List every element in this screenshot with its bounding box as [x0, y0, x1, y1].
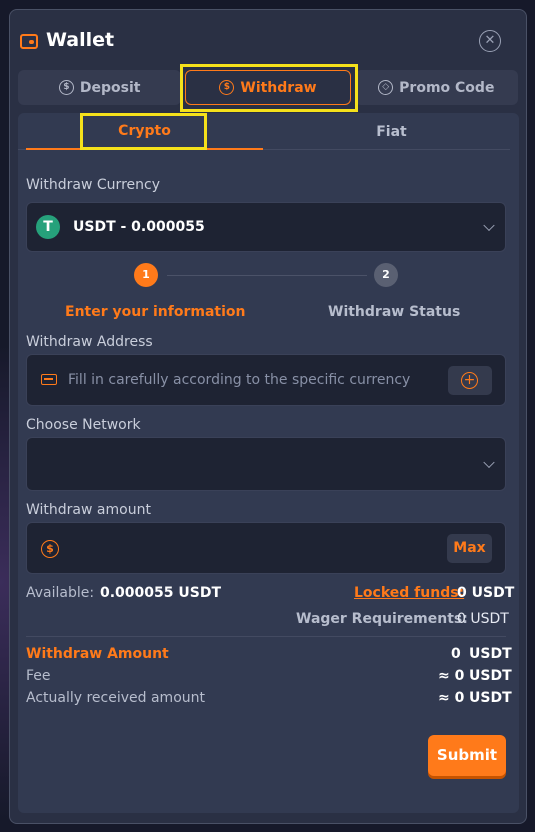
tab-promo-code[interactable]: ◇ Promo Code: [354, 70, 518, 105]
summary-withdraw-amount-label: Withdraw Amount: [26, 646, 169, 662]
divider: [26, 636, 506, 637]
subtab-fiat[interactable]: Fiat: [273, 114, 510, 150]
received-value: ≈ 0: [438, 690, 465, 706]
available-label: Available:: [26, 585, 95, 601]
modal-header: Wallet ✕: [10, 10, 526, 70]
summary-withdraw-amount-value: 0: [451, 646, 461, 662]
withdraw-amount-label: Withdraw amount: [26, 502, 151, 518]
wager-value: 0 USDT: [457, 611, 509, 627]
locked-funds-value: 0 USDT: [457, 585, 515, 601]
dollar-icon: $: [41, 540, 59, 558]
step-2-indicator: 2: [374, 263, 398, 287]
tab-deposit-label: Deposit: [79, 79, 141, 96]
modal-title: Wallet: [46, 29, 115, 51]
subtab-fiat-label: Fiat: [376, 124, 407, 140]
tab-promo-label: Promo Code: [399, 79, 495, 96]
currency-selected-value: USDT - 0.000055: [73, 219, 205, 235]
max-button[interactable]: Max: [447, 534, 492, 563]
plus-icon: +: [461, 372, 478, 389]
withdraw-address-label: Withdraw Address: [26, 334, 153, 350]
available-value: 0.000055 USDT: [100, 585, 222, 601]
received-label: Actually received amount: [26, 690, 205, 706]
tab-deposit[interactable]: $ Deposit: [18, 70, 182, 105]
address-placeholder: Fill in carefully according to the speci…: [68, 372, 411, 388]
fee-label: Fee: [26, 668, 51, 684]
chevron-down-icon: [483, 219, 495, 232]
locked-funds-link[interactable]: Locked funds:: [354, 585, 464, 601]
deposit-icon: $: [58, 80, 74, 95]
card-icon: [41, 374, 57, 385]
promo-icon: ◇: [378, 80, 394, 95]
fee-unit: USDT: [469, 668, 512, 684]
wallet-modal: Wallet ✕ $ Deposit $ Withdraw ◇ Promo Co…: [9, 9, 527, 824]
submit-button[interactable]: Submit: [428, 735, 506, 776]
add-address-button[interactable]: +: [448, 366, 492, 395]
wallet-icon: [20, 34, 38, 49]
step-connector: [167, 275, 367, 276]
wager-label: Wager Requirements:: [296, 611, 468, 627]
usdt-icon: T: [36, 215, 60, 239]
highlight-withdraw-tab: [180, 64, 358, 112]
withdraw-currency-label: Withdraw Currency: [26, 177, 160, 193]
network-select[interactable]: [26, 437, 506, 491]
fee-value: ≈ 0: [438, 668, 465, 684]
step-2-label: Withdraw Status: [328, 304, 461, 320]
highlight-crypto-tab: [80, 113, 207, 150]
step-1-label: Enter your information: [65, 304, 246, 320]
chevron-down-icon: [483, 456, 495, 469]
withdraw-address-input[interactable]: Fill in carefully according to the speci…: [26, 354, 506, 406]
summary-withdraw-amount-unit: USDT: [469, 646, 512, 662]
received-unit: USDT: [469, 690, 512, 706]
currency-select[interactable]: T USDT - 0.000055: [26, 202, 506, 252]
withdraw-amount-input[interactable]: $ Max: [26, 522, 506, 574]
choose-network-label: Choose Network: [26, 417, 141, 433]
close-button[interactable]: ✕: [479, 30, 501, 52]
step-1-indicator: 1: [134, 263, 158, 287]
